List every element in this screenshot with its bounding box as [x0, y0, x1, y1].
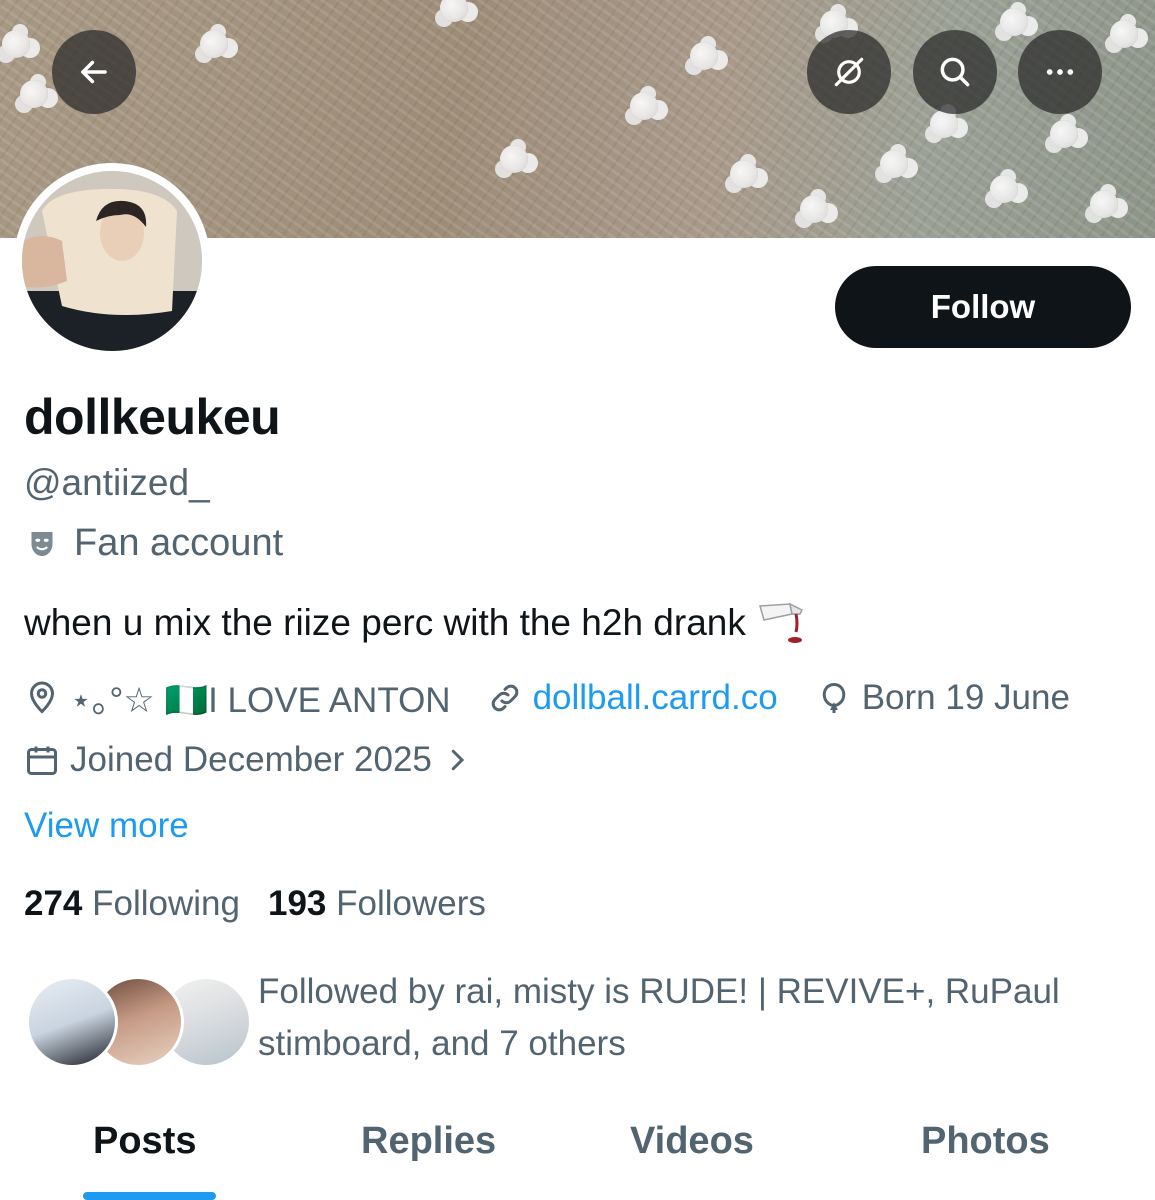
followed-by-text[interactable]: Followed by rai, misty is RUDE! | REVIVE…	[258, 966, 1118, 1070]
following-label: Following	[92, 884, 240, 923]
followers-count: 193	[268, 884, 327, 923]
user-handle: @antiized_	[24, 462, 210, 503]
followed-by-avatars[interactable]	[26, 976, 252, 1068]
followers-stat[interactable]: 193 Followers	[268, 884, 486, 924]
calendar-icon	[27, 746, 57, 775]
arrow-left-icon	[81, 60, 107, 84]
profile-bio: when u mix the riize perc with the h2h d…	[24, 600, 806, 646]
theater-mask-icon	[31, 531, 53, 556]
account-category: Fan account	[24, 522, 283, 565]
balloon-icon	[822, 682, 845, 713]
chevron-right-icon	[451, 749, 465, 771]
website-item[interactable]: dollball.carrd.co	[487, 678, 778, 718]
profile-avatar[interactable]	[14, 163, 210, 359]
link-icon	[491, 684, 518, 711]
follow-stats: 274 Following 193 Followers	[24, 884, 486, 924]
search-icon	[940, 57, 970, 87]
joined-row[interactable]: Joined December 2025	[24, 740, 472, 780]
grok-button[interactable]	[807, 30, 891, 114]
following-count: 274	[24, 884, 83, 923]
tab-photos[interactable]: Photos	[921, 1120, 1050, 1163]
more-dots-icon	[1046, 69, 1074, 75]
profile-meta-row: ⋆｡°☆ 🇳🇬I LOVE ANTON dollball.carrd.co Bo…	[24, 672, 1070, 723]
avatar-photo	[22, 171, 202, 351]
back-button[interactable]	[52, 30, 136, 114]
display-name: dollkeukeu	[24, 389, 281, 445]
spilling-glass-icon	[758, 602, 803, 643]
website-link[interactable]: dollball.carrd.co	[533, 678, 778, 718]
grok-icon	[834, 57, 864, 87]
tab-posts[interactable]: Posts	[93, 1120, 196, 1163]
following-stat[interactable]: 274 Following	[24, 884, 240, 924]
profile-tabs: Posts Replies Videos Photos	[0, 1100, 1155, 1200]
category-label: Fan account	[74, 522, 284, 564]
followers-label: Followers	[336, 884, 486, 923]
view-more-link[interactable]: View more	[24, 806, 189, 846]
joined-item[interactable]: Joined December 2025	[24, 740, 472, 780]
more-button[interactable]	[1018, 30, 1102, 114]
follower-avatar	[26, 976, 118, 1068]
joined-text: Joined December 2025	[70, 740, 432, 779]
location-text: ⋆｡°☆ 🇳🇬I LOVE ANTON	[70, 681, 451, 720]
follow-button[interactable]: Follow	[835, 266, 1131, 348]
location-pin-icon	[29, 681, 55, 714]
bio-text: when u mix the riize perc with the h2h d…	[24, 602, 746, 643]
location-item: ⋆｡°☆ 🇳🇬I LOVE ANTON	[24, 672, 451, 723]
search-button[interactable]	[913, 30, 997, 114]
tab-replies[interactable]: Replies	[361, 1120, 496, 1163]
active-tab-indicator	[83, 1192, 216, 1200]
birthday-item: Born 19 June	[816, 678, 1070, 718]
tab-videos[interactable]: Videos	[630, 1120, 754, 1163]
birthday-text: Born 19 June	[861, 677, 1070, 717]
